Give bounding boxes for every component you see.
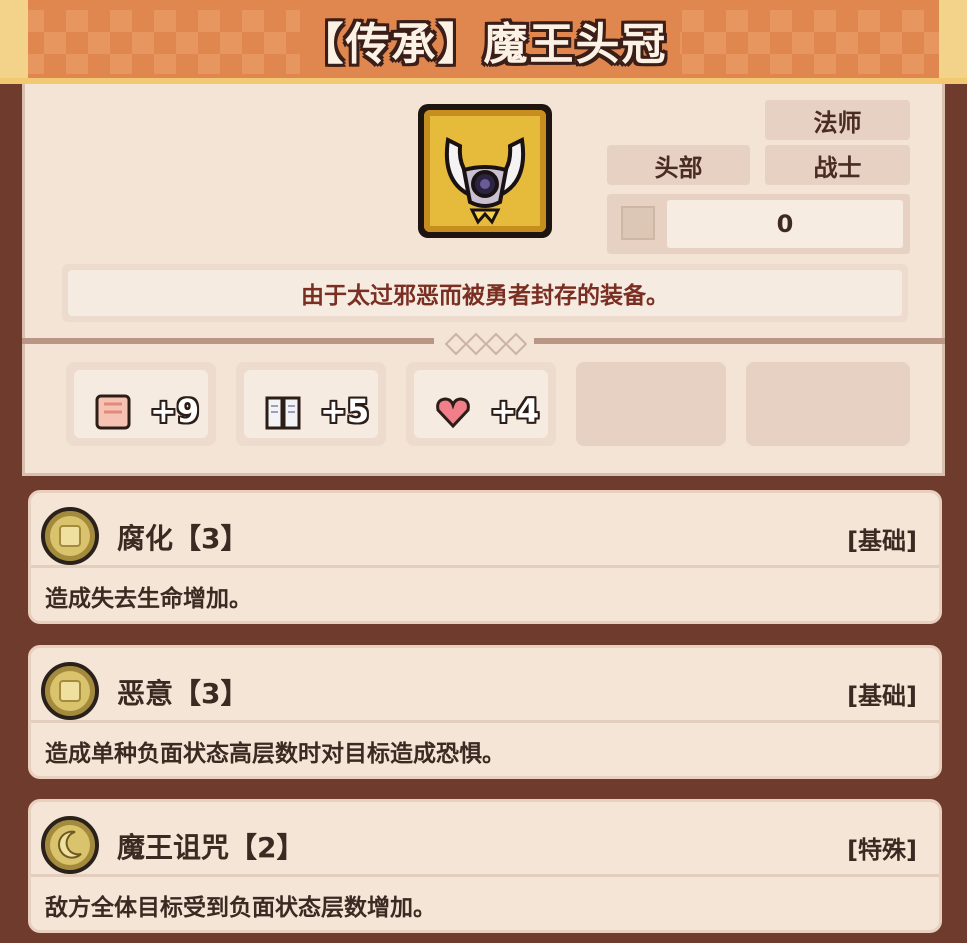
moon-icon [41, 816, 99, 874]
skill-description: 造成单种负面状态高层数时对目标造成恐惧。 [45, 741, 505, 767]
power-value: 0 [667, 200, 903, 248]
skill-type: [特殊] [847, 836, 917, 864]
stat-slot-empty [746, 362, 910, 446]
demon-king-crown-icon [424, 110, 546, 232]
class-tag-warrior: 战士 [765, 145, 910, 185]
stat-slot-inner: +4 [414, 370, 548, 438]
section-divider [22, 332, 945, 356]
skill-description: 敌方全体目标受到负面状态层数增加。 [45, 895, 436, 921]
divider-ornament [434, 332, 534, 356]
stat-slot-vitality[interactable]: +4 [406, 362, 556, 446]
grid-icon [621, 206, 655, 240]
skill-card-corruption[interactable]: 腐化【3】 [基础] 造成失去生命增加。 [28, 490, 942, 624]
malice-icon [41, 662, 99, 720]
item-icon-frame[interactable] [418, 104, 552, 238]
item-description: 由于太过邪恶而被勇者封存的装备。 [68, 270, 902, 316]
item-title: 【传承】魔王头冠 [299, 19, 668, 70]
skill-name: 魔王诅咒【2】 [117, 831, 305, 864]
skill-header: 恶意【3】 [基础] [31, 648, 939, 723]
book-icon [264, 392, 302, 432]
stat-value: +9 [150, 392, 200, 430]
description-frame: 由于太过邪恶而被勇者封存的装备。 [62, 264, 908, 322]
skill-card-malice[interactable]: 恶意【3】 [基础] 造成单种负面状态高层数时对目标造成恐惧。 [28, 645, 942, 779]
class-tag-mage: 法师 [765, 100, 910, 140]
skill-header: 魔王诅咒【2】 [特殊] [31, 802, 939, 877]
stat-slot-empty [576, 362, 726, 446]
stat-value: +4 [490, 392, 540, 430]
skill-card-demon-curse[interactable]: 魔王诅咒【2】 [特殊] 敌方全体目标受到负面状态层数增加。 [28, 799, 942, 933]
slot-tag: 头部 [607, 145, 750, 185]
skill-description: 造成失去生命增加。 [45, 586, 252, 612]
skill-type: [基础] [847, 527, 917, 555]
heart-icon [434, 392, 472, 432]
corruption-icon [41, 507, 99, 565]
skill-header: 腐化【3】 [基础] [31, 493, 939, 568]
stat-value: +5 [320, 392, 370, 430]
title-banner: 【传承】魔王头冠 [0, 0, 967, 84]
item-detail-panel: 【传承】魔王头冠 法师 头部 战士 0 由于太过邪恶而被勇者封存的装备。 +9 … [0, 0, 967, 943]
fist-icon [94, 392, 132, 432]
skill-name: 腐化【3】 [117, 522, 249, 555]
power-field: 0 [607, 194, 910, 254]
stat-slot-intellect[interactable]: +5 [236, 362, 386, 446]
skill-type: [基础] [847, 682, 917, 710]
stat-slot-inner: +5 [244, 370, 378, 438]
skill-name: 恶意【3】 [117, 677, 249, 710]
stat-slot-strength[interactable]: +9 [66, 362, 216, 446]
stat-slot-inner: +9 [74, 370, 208, 438]
